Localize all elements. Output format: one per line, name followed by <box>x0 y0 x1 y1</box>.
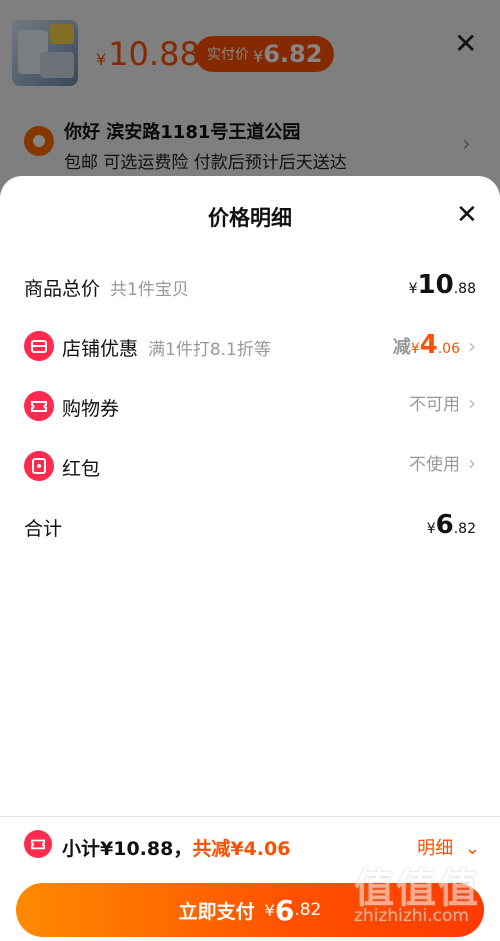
row-sublabel: 共1件宝贝 <box>110 280 189 300</box>
red-envelope-value: 不使用 › <box>409 451 476 475</box>
pay-label: 立即支付 <box>178 900 255 923</box>
watermark-logo: 值值值 zhizhizhi.com <box>354 866 480 926</box>
goods-total-row: 商品总价 共1件宝贝 ¥10.88 <box>0 262 500 310</box>
row-label: 购物券 <box>62 398 120 420</box>
ticket-icon <box>24 391 54 421</box>
close-icon[interactable]: ✕ <box>456 200 478 230</box>
grand-total-row: 合计 ¥6.82 <box>0 502 500 550</box>
price-detail-sheet: 价格明细 ✕ 商品总价 共1件宝贝 ¥10.88 店铺优惠 满1件打8.1折等 减 ¥… <box>0 176 500 941</box>
saved-amount: 共减¥4.06 <box>192 838 291 860</box>
row-label: 红包 <box>62 458 101 480</box>
red-envelope-row[interactable]: 红包 不使用 › <box>0 442 500 490</box>
goods-total-amount: ¥10.88 <box>408 270 476 300</box>
ticket-icon <box>24 830 52 858</box>
red-envelope-icon <box>24 451 54 481</box>
chevron-right-icon: › <box>468 334 476 358</box>
row-label: 商品总价 <box>24 278 101 300</box>
subtotal-amount: 小计¥10.88， <box>62 838 193 860</box>
row-sublabel: 满1件打8.1折等 <box>148 340 271 360</box>
row-label: 合计 <box>24 518 63 540</box>
pay-integer: 6 <box>274 893 295 927</box>
pay-decimal: .82 <box>294 900 322 920</box>
row-label: 店铺优惠 <box>62 338 139 360</box>
store-discount-row[interactable]: 店铺优惠 满1件打8.1折等 减 ¥4.06 › <box>0 322 500 370</box>
pay-currency: ¥ <box>264 900 275 920</box>
chevron-right-icon: › <box>468 451 476 475</box>
store-icon <box>24 331 54 361</box>
coupon-value: 不可用 › <box>409 391 476 415</box>
grand-total-amount: ¥6.82 <box>426 510 476 540</box>
sheet-title: 价格明细 <box>208 206 292 230</box>
subtotal-text: 小计¥10.88，共减¥4.06 <box>62 834 290 861</box>
store-discount-amount: 减 ¥4.06 › <box>392 330 476 360</box>
coupon-row[interactable]: 购物券 不可用 › <box>0 382 500 430</box>
divider <box>0 816 500 817</box>
chevron-right-icon: › <box>468 391 476 415</box>
